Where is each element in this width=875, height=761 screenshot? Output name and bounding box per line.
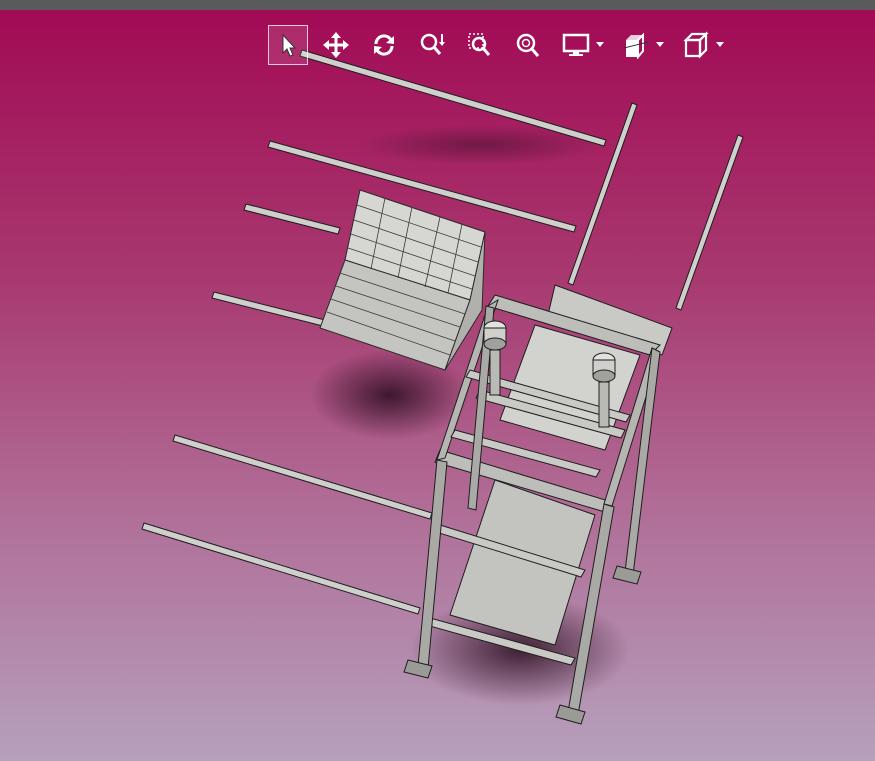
rail-4 [211, 291, 326, 327]
3d-model-scene[interactable] [0, 10, 875, 761]
select-tool-button[interactable] [268, 25, 308, 65]
pan-tool-button[interactable] [316, 25, 356, 65]
brick-pallet [319, 189, 486, 371]
zoom-window-icon [468, 33, 491, 56]
zoom-in-out-button[interactable] [412, 25, 452, 65]
window-title-bar [0, 0, 875, 10]
display-style-button[interactable] [556, 25, 608, 65]
rail-vertical-2 [675, 134, 744, 311]
section-view-button[interactable] [616, 25, 668, 65]
cube-icon [683, 31, 709, 59]
cad-viewer-window [0, 0, 875, 761]
monitor-icon [562, 33, 590, 56]
section-view-icon [623, 32, 649, 59]
zoom-to-fit-button[interactable] [508, 25, 548, 65]
zoom-in-out-icon [420, 33, 445, 55]
pointer-icon [282, 33, 297, 57]
rotate-tool-button[interactable] [364, 25, 404, 65]
3d-viewport[interactable] [0, 10, 875, 761]
view-toolbar [268, 24, 736, 66]
rail-vertical-1 [567, 102, 638, 286]
chevron-down-icon [596, 42, 604, 47]
rail-3 [243, 203, 341, 235]
zoom-fit-icon [516, 33, 540, 57]
rail-6 [141, 522, 421, 615]
rail-5 [172, 434, 433, 520]
zoom-window-button[interactable] [460, 25, 500, 65]
rotate-icon [374, 34, 394, 56]
move-arrows-icon [323, 32, 349, 58]
chevron-down-icon [716, 42, 724, 47]
view-orientation-button[interactable] [676, 25, 728, 65]
chevron-down-icon [656, 42, 664, 47]
